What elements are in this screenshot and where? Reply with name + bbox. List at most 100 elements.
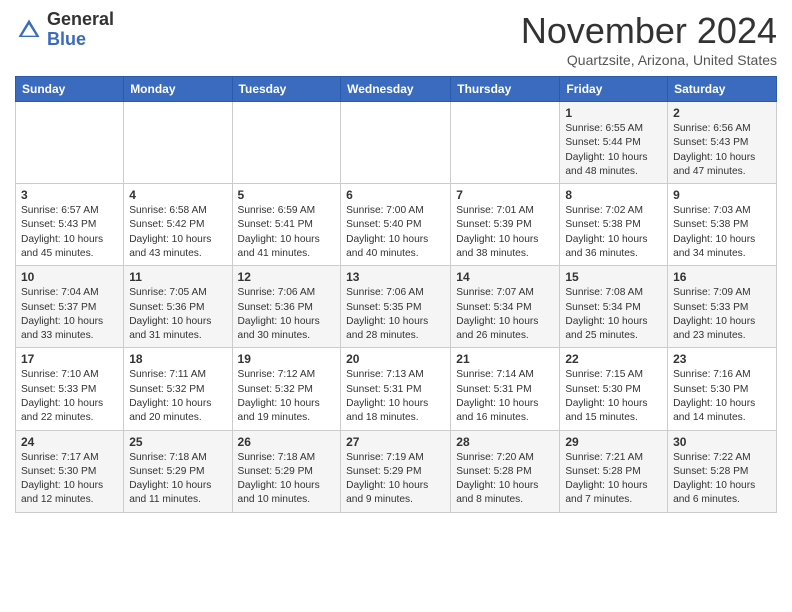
calendar-cell: 21 Sunrise: 7:14 AM Sunset: 5:31 PM Dayli… — [451, 348, 560, 430]
week-row-4: 17 Sunrise: 7:10 AM Sunset: 5:33 PM Dayli… — [16, 348, 777, 430]
weekday-header-thursday: Thursday — [451, 77, 560, 102]
calendar-cell: 29 Sunrise: 7:21 AM Sunset: 5:28 PM Dayli… — [560, 430, 668, 512]
calendar-cell: 30Sunrise: 7:22 AM Sunset: 5:28 PM Dayli… — [668, 430, 777, 512]
calendar-table: SundayMondayTuesdayWednesdayThursdayFrid… — [15, 76, 777, 513]
day-info: Sunrise: 7:18 AM Sunset: 5:29 PM Dayligh… — [129, 451, 226, 508]
calendar-cell: 26 Sunrise: 7:18 AM Sunset: 5:29 PM Dayli… — [232, 430, 341, 512]
calendar-cell: 27 Sunrise: 7:19 AM Sunset: 5:29 PM Dayli… — [341, 430, 451, 512]
day-info: Sunrise: 6:58 AM Sunset: 5:42 PM Dayligh… — [129, 204, 226, 261]
day-number: 11 — [129, 270, 226, 284]
title-block: November 2024 Quartzsite, Arizona, Unite… — [521, 10, 777, 68]
day-number: 13 — [346, 270, 445, 284]
day-number: 5 — [238, 188, 336, 202]
day-info: Sunrise: 7:02 AM Sunset: 5:38 PM Dayligh… — [565, 204, 662, 261]
calendar-cell: 11Sunrise: 7:05 AM Sunset: 5:36 PM Dayli… — [124, 266, 232, 348]
day-number: 8 — [565, 188, 662, 202]
logo-icon — [15, 16, 43, 44]
calendar-cell: 14 Sunrise: 7:07 AM Sunset: 5:34 PM Dayli… — [451, 266, 560, 348]
day-number: 21 — [456, 352, 554, 366]
location: Quartzsite, Arizona, United States — [521, 52, 777, 68]
day-number: 24 — [21, 435, 118, 449]
calendar-cell: 10 Sunrise: 7:04 AM Sunset: 5:37 PM Dayli… — [16, 266, 124, 348]
day-number: 20 — [346, 352, 445, 366]
calendar-cell: 1Sunrise: 6:55 AM Sunset: 5:44 PM Daylig… — [560, 102, 668, 184]
calendar-cell — [16, 102, 124, 184]
day-info: Sunrise: 7:19 AM Sunset: 5:29 PM Dayligh… — [346, 451, 445, 508]
day-number: 18 — [129, 352, 226, 366]
calendar-cell: 24 Sunrise: 7:17 AM Sunset: 5:30 PM Dayli… — [16, 430, 124, 512]
calendar-cell: 7 Sunrise: 7:01 AM Sunset: 5:39 PM Daylig… — [451, 184, 560, 266]
month-title: November 2024 — [521, 10, 777, 52]
calendar-cell — [124, 102, 232, 184]
calendar-cell: 25Sunrise: 7:18 AM Sunset: 5:29 PM Dayli… — [124, 430, 232, 512]
day-number: 2 — [673, 106, 771, 120]
day-info: Sunrise: 7:14 AM Sunset: 5:31 PM Dayligh… — [456, 368, 554, 425]
calendar-cell: 18 Sunrise: 7:11 AM Sunset: 5:32 PM Dayli… — [124, 348, 232, 430]
weekday-header-sunday: Sunday — [16, 77, 124, 102]
day-number: 4 — [129, 188, 226, 202]
calendar-cell: 5 Sunrise: 6:59 AM Sunset: 5:41 PM Daylig… — [232, 184, 341, 266]
logo-text: General Blue — [47, 10, 114, 50]
day-info: Sunrise: 6:59 AM Sunset: 5:41 PM Dayligh… — [238, 204, 336, 261]
page-header: General Blue November 2024 Quartzsite, A… — [15, 10, 777, 68]
weekday-header-tuesday: Tuesday — [232, 77, 341, 102]
calendar-cell: 19Sunrise: 7:12 AM Sunset: 5:32 PM Dayli… — [232, 348, 341, 430]
calendar-cell: 12Sunrise: 7:06 AM Sunset: 5:36 PM Dayli… — [232, 266, 341, 348]
calendar-cell: 15 Sunrise: 7:08 AM Sunset: 5:34 PM Dayli… — [560, 266, 668, 348]
day-number: 27 — [346, 435, 445, 449]
day-number: 6 — [346, 188, 445, 202]
day-number: 23 — [673, 352, 771, 366]
day-info: Sunrise: 7:15 AM Sunset: 5:30 PM Dayligh… — [565, 368, 662, 425]
day-info: Sunrise: 7:16 AM Sunset: 5:30 PM Dayligh… — [673, 368, 771, 425]
day-info: Sunrise: 7:22 AM Sunset: 5:28 PM Dayligh… — [673, 451, 771, 508]
day-info: Sunrise: 6:57 AM Sunset: 5:43 PM Dayligh… — [21, 204, 118, 261]
calendar-cell: 23 Sunrise: 7:16 AM Sunset: 5:30 PM Dayli… — [668, 348, 777, 430]
weekday-header-wednesday: Wednesday — [341, 77, 451, 102]
logo-general: General — [47, 9, 114, 29]
calendar-cell: 13 Sunrise: 7:06 AM Sunset: 5:35 PM Dayli… — [341, 266, 451, 348]
day-number: 16 — [673, 270, 771, 284]
day-number: 14 — [456, 270, 554, 284]
day-number: 28 — [456, 435, 554, 449]
day-info: Sunrise: 7:04 AM Sunset: 5:37 PM Dayligh… — [21, 286, 118, 343]
week-row-1: 1Sunrise: 6:55 AM Sunset: 5:44 PM Daylig… — [16, 102, 777, 184]
calendar-cell: 20 Sunrise: 7:13 AM Sunset: 5:31 PM Dayli… — [341, 348, 451, 430]
day-info: Sunrise: 7:21 AM Sunset: 5:28 PM Dayligh… — [565, 451, 662, 508]
day-info: Sunrise: 7:17 AM Sunset: 5:30 PM Dayligh… — [21, 451, 118, 508]
calendar-cell: 16 Sunrise: 7:09 AM Sunset: 5:33 PM Dayli… — [668, 266, 777, 348]
day-info: Sunrise: 7:07 AM Sunset: 5:34 PM Dayligh… — [456, 286, 554, 343]
day-number: 17 — [21, 352, 118, 366]
day-info: Sunrise: 7:20 AM Sunset: 5:28 PM Dayligh… — [456, 451, 554, 508]
calendar-cell: 8 Sunrise: 7:02 AM Sunset: 5:38 PM Daylig… — [560, 184, 668, 266]
day-number: 1 — [565, 106, 662, 120]
weekday-header-saturday: Saturday — [668, 77, 777, 102]
calendar-cell — [451, 102, 560, 184]
day-number: 7 — [456, 188, 554, 202]
day-number: 26 — [238, 435, 336, 449]
day-info: Sunrise: 6:56 AM Sunset: 5:43 PM Dayligh… — [673, 122, 771, 179]
calendar-cell: 9Sunrise: 7:03 AM Sunset: 5:38 PM Daylig… — [668, 184, 777, 266]
day-info: Sunrise: 7:11 AM Sunset: 5:32 PM Dayligh… — [129, 368, 226, 425]
day-number: 29 — [565, 435, 662, 449]
calendar-cell: 3Sunrise: 6:57 AM Sunset: 5:43 PM Daylig… — [16, 184, 124, 266]
day-info: Sunrise: 7:10 AM Sunset: 5:33 PM Dayligh… — [21, 368, 118, 425]
day-info: Sunrise: 7:00 AM Sunset: 5:40 PM Dayligh… — [346, 204, 445, 261]
day-info: Sunrise: 7:13 AM Sunset: 5:31 PM Dayligh… — [346, 368, 445, 425]
calendar-cell: 6 Sunrise: 7:00 AM Sunset: 5:40 PM Daylig… — [341, 184, 451, 266]
day-info: Sunrise: 7:06 AM Sunset: 5:36 PM Dayligh… — [238, 286, 336, 343]
day-info: Sunrise: 7:12 AM Sunset: 5:32 PM Dayligh… — [238, 368, 336, 425]
day-number: 10 — [21, 270, 118, 284]
weekday-header-row: SundayMondayTuesdayWednesdayThursdayFrid… — [16, 77, 777, 102]
day-info: Sunrise: 7:08 AM Sunset: 5:34 PM Dayligh… — [565, 286, 662, 343]
week-row-3: 10 Sunrise: 7:04 AM Sunset: 5:37 PM Dayli… — [16, 266, 777, 348]
day-info: Sunrise: 7:03 AM Sunset: 5:38 PM Dayligh… — [673, 204, 771, 261]
day-info: Sunrise: 7:18 AM Sunset: 5:29 PM Dayligh… — [238, 451, 336, 508]
calendar-cell: 17 Sunrise: 7:10 AM Sunset: 5:33 PM Dayli… — [16, 348, 124, 430]
weekday-header-monday: Monday — [124, 77, 232, 102]
day-number: 15 — [565, 270, 662, 284]
weekday-header-friday: Friday — [560, 77, 668, 102]
day-info: Sunrise: 7:01 AM Sunset: 5:39 PM Dayligh… — [456, 204, 554, 261]
week-row-5: 24 Sunrise: 7:17 AM Sunset: 5:30 PM Dayli… — [16, 430, 777, 512]
day-info: Sunrise: 7:09 AM Sunset: 5:33 PM Dayligh… — [673, 286, 771, 343]
day-info: Sunrise: 7:06 AM Sunset: 5:35 PM Dayligh… — [346, 286, 445, 343]
